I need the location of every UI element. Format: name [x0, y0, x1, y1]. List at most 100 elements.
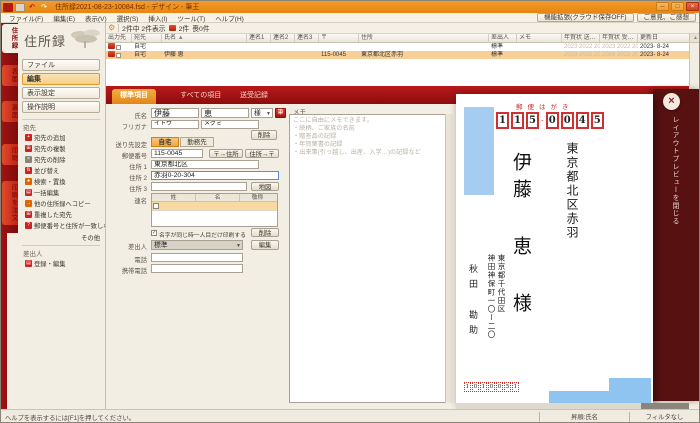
minimize-button[interactable]: ─	[656, 2, 669, 11]
table-row-selected[interactable]: 自宅 伊藤 恵 115-0045 東京都北区赤羽 標準 2023 2022 20…	[106, 51, 689, 59]
save-icon[interactable]	[15, 2, 25, 12]
mobile-input[interactable]	[151, 264, 243, 273]
table-row[interactable]: 自宅 標準 2023 2022 20 2023 2022 20 2023- 8-…	[106, 43, 689, 51]
last-name-input[interactable]	[151, 108, 199, 118]
dest-work-toggle[interactable]: 勤務先	[180, 137, 214, 147]
sidebar-item-search-replace[interactable]: ● 検索・置換	[25, 177, 105, 186]
menu-insert[interactable]: 挿入(I)	[143, 13, 172, 23]
joint-row-checkbox[interactable]	[153, 203, 159, 209]
honorific-select[interactable]: 様 ▼	[251, 108, 273, 118]
kana-first-input[interactable]	[201, 120, 259, 129]
col-zip[interactable]: 〒	[319, 34, 359, 42]
col-name[interactable]: 氏名 ▲	[162, 34, 247, 42]
list-scrollbar[interactable]: ▲	[689, 34, 699, 86]
first-name-input[interactable]	[201, 108, 249, 118]
address3-label: 住所 3	[129, 186, 147, 193]
sender-select[interactable]: 標準 ▼	[151, 240, 243, 250]
tel-input[interactable]	[151, 253, 243, 262]
menu-view[interactable]: 表示(V)	[80, 13, 112, 23]
sidebar-item-add-recipient[interactable]: + 宛先の追加	[25, 133, 105, 142]
batch-edit-icon: ▤	[25, 189, 32, 196]
tab-standard-fields[interactable]: 標準項目	[112, 89, 156, 104]
sidebar-nav-help[interactable]: 操作説明	[22, 101, 100, 113]
chevron-down-icon: ▼	[266, 111, 271, 117]
map-button[interactable]: 地図	[251, 182, 279, 191]
scroll-up-icon[interactable]: ▲	[690, 34, 699, 43]
tab-front-side[interactable]: 表面	[2, 65, 18, 86]
list-empty-area	[106, 59, 689, 86]
sidebar-item-batch-edit[interactable]: ▤ 一括編集	[25, 188, 105, 197]
tab-back-side[interactable]: 裏面	[2, 101, 18, 122]
kana-label: フリガナ	[121, 124, 147, 131]
sidebar-item-sort[interactable]: ⇅ 並び替え	[25, 166, 105, 175]
address1-input[interactable]	[151, 160, 259, 169]
zip-to-address-button[interactable]: 〒→住所	[209, 149, 243, 158]
col-nenga-recv[interactable]: 年賀状 受…	[600, 34, 638, 42]
row-checkbox[interactable]	[116, 44, 121, 50]
tab-address-book[interactable]: 住所録	[2, 24, 18, 53]
close-window-button[interactable]: ×	[686, 2, 699, 11]
table-header: 出力先 宛先 氏名 ▲ 連名1 連名2 連名3 〒 住所 差出人 メモ 年賀状 …	[106, 34, 689, 43]
joint-delete-button[interactable]: 削除	[251, 228, 279, 237]
undo-icon[interactable]: ↶	[27, 3, 37, 12]
sidebar-item-duplicate-recipient[interactable]: ⊞ 宛先の複製	[25, 144, 105, 153]
sender-address: 東京都千代田区 神田神保町一〇ー二〇	[487, 254, 506, 339]
menu-edit[interactable]: 編集(E)	[48, 13, 80, 23]
more-link[interactable]: その他	[81, 233, 100, 242]
gear-icon[interactable]: ⚙	[108, 23, 115, 33]
sidebar-nav-display[interactable]: 表示設定	[22, 87, 100, 99]
kana-delete-button[interactable]: 削除	[251, 130, 277, 140]
menu-tools[interactable]: ツール(T)	[172, 13, 210, 23]
tab-send-receive-log[interactable]: 送受記録	[232, 89, 276, 104]
tab-all-fields[interactable]: すべての項目	[172, 89, 229, 104]
menu-file[interactable]: ファイル(F)	[4, 13, 48, 23]
col-output[interactable]: 出力先	[106, 34, 132, 42]
extension-button[interactable]: 機能拡張(クラウド保存OFF)	[537, 13, 634, 22]
sidebar-item-copy-to-other[interactable]: → 他の住所録へコピー	[25, 199, 105, 208]
joint-row-selected[interactable]	[152, 202, 277, 211]
maximize-button[interactable]: □	[671, 2, 684, 11]
same-surname-checkbox[interactable]: ✓	[151, 230, 157, 236]
col-atesaki[interactable]: 宛先	[132, 34, 162, 42]
window-title: 住所録2021-08-23-10084.fsd - デザイン - 筆王	[55, 4, 200, 11]
col-joint2[interactable]: 連名2	[271, 34, 295, 42]
joint-name-grid[interactable]: 姓 名 敬称	[151, 193, 278, 227]
sender-edit-button[interactable]: 編集	[251, 240, 279, 250]
sidebar-item-register-edit-sender[interactable]: ▤ 登録・編集	[25, 259, 105, 268]
printer-icon	[108, 51, 115, 57]
col-sender[interactable]: 差出人	[489, 34, 517, 42]
address3-input[interactable]	[151, 182, 247, 191]
col-updated[interactable]: 更新日	[638, 34, 677, 42]
sidebar-nav-file[interactable]: ファイル	[22, 59, 100, 71]
address2-input[interactable]	[151, 171, 279, 180]
dest-home-toggle[interactable]: 自宅	[151, 137, 179, 147]
col-nenga-sent[interactable]: 年賀状 送…	[562, 34, 600, 42]
sidebar-item-zip-mismatch[interactable]: ?郵便番号と住所が一致しない宛先	[25, 221, 105, 230]
redo-icon[interactable]: ↷	[39, 3, 49, 12]
col-address[interactable]: 住所	[359, 34, 489, 42]
menu-select[interactable]: 選択(S)	[112, 13, 144, 23]
zip-input[interactable]	[151, 149, 203, 158]
close-preview-button[interactable]: ×	[663, 93, 680, 110]
col-joint1[interactable]: 連名1	[247, 34, 271, 42]
name-tool-button[interactable]: 筆	[275, 108, 286, 118]
sort-asc-icon: ▲	[177, 35, 184, 41]
sidebar-item-delete-recipient[interactable]: × 宛先の削除	[25, 155, 105, 164]
close-preview-label[interactable]: レイアウトプレビューを閉じる	[669, 116, 679, 225]
row-checkbox[interactable]	[116, 52, 121, 58]
tab-print[interactable]: 印刷	[2, 144, 18, 165]
menu-help[interactable]: ヘルプ(H)	[210, 13, 249, 23]
sidebar-nav-edit[interactable]: 編集	[22, 73, 100, 85]
section-sender: 差出人	[23, 251, 43, 258]
kana-last-input[interactable]	[151, 120, 199, 129]
sidebar-item-duplicated-recipients[interactable]: ⊞ 重複した宛先	[25, 210, 105, 219]
tab-order-print[interactable]: 印刷を注文	[2, 181, 18, 225]
col-memo[interactable]: メモ	[517, 34, 562, 42]
register-icon: ▤	[25, 260, 32, 267]
memo-textarea[interactable]: ここに自由にメモできます。 ・続柄、ご家族の名前 ・贈答品の記録 ・年賀葉書の記…	[289, 114, 453, 403]
memo-scrollbar[interactable]	[445, 114, 453, 403]
feedback-button[interactable]: ご意見、ご感想	[636, 13, 696, 22]
address1-label: 住所 1	[129, 164, 147, 171]
address-to-zip-button[interactable]: 住所→〒	[245, 149, 279, 158]
col-joint3[interactable]: 連名3	[295, 34, 319, 42]
